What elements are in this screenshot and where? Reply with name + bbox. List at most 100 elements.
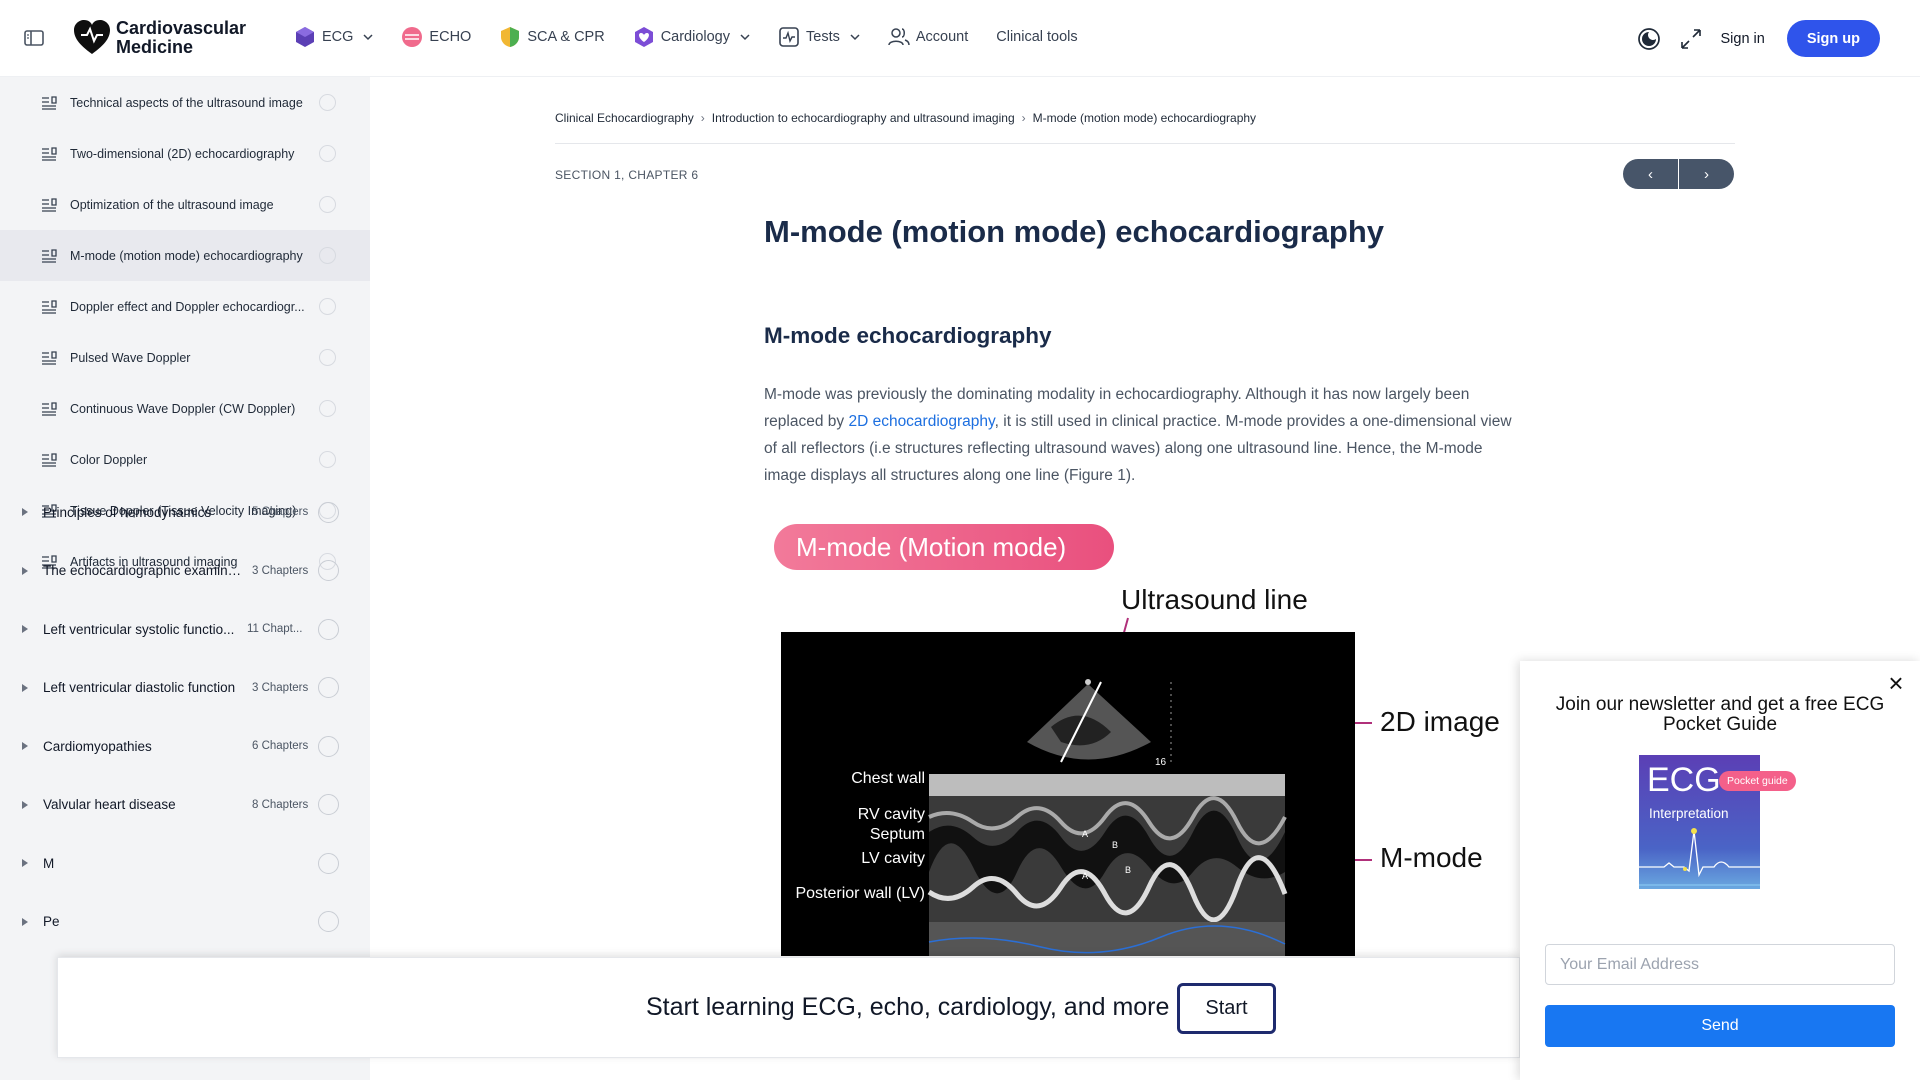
breadcrumb-item-current[interactable]: M-mode (motion mode) echocardiography [1033,111,1256,125]
progress-circle-icon[interactable] [319,145,336,162]
close-icon[interactable]: × [1886,670,1906,696]
sidebar-section-item[interactable]: Valvular heart disease 8 Chapters [0,776,370,834]
expand-caret-icon [22,917,28,926]
nav-echo[interactable]: ECHO [401,26,471,48]
email-field[interactable] [1545,944,1895,985]
progress-circle-icon[interactable] [318,735,339,757]
nav-clinical-tools-label: Clinical tools [996,29,1078,45]
sidebar-chapter-item[interactable]: Doppler effect and Doppler echocardiogr.… [0,281,370,332]
label-septum: Septum [869,826,925,843]
sidebar-section-item[interactable]: Principles of hemodynamics 5 Chapters [0,483,370,541]
expand-caret-icon [22,800,28,809]
sidebar-section-item[interactable]: Cardiomyopathies 6 Chapters [0,717,370,775]
label-depth-marker: 16 [1155,757,1167,768]
expand-caret-icon [22,742,28,750]
label-marker-a-top: A [1082,829,1089,839]
nav-echo-label: ECHO [429,29,472,45]
next-chapter-button[interactable]: › [1679,159,1734,189]
previous-chapter-button[interactable]: ‹ [1623,159,1678,189]
progress-circle-icon[interactable] [318,911,339,932]
sidebar-chapter-item[interactable]: Pulsed Wave Doppler [0,332,370,383]
sidebar-section-item[interactable]: Left ventricular systolic functio... 11 C… [0,600,370,658]
progress-circle-icon[interactable] [319,400,336,417]
breadcrumb-item-intro[interactable]: Introduction to echocardiography and ult… [712,111,1015,125]
echo-scan-graphic [927,679,1288,956]
sidebar-chapter-item[interactable]: Optimization of the ultrasound image [0,179,370,230]
nav-clinical-tools[interactable]: Clinical tools [996,29,1077,45]
sidebar-section-count: 3 Chapters [252,564,309,577]
guide-title: ECG [1647,761,1721,799]
progress-circle-icon[interactable] [319,247,336,264]
sidebar-section-item[interactable]: The echocardiographic examina... 3 Chapte… [0,542,370,600]
sidebar-toggle-icon[interactable] [24,29,44,47]
sign-up-button[interactable]: Sign up [1786,20,1880,57]
progress-circle-icon[interactable] [319,349,336,366]
sidebar-section-count: 3 Chapters [252,681,309,694]
nav-sca-cpr[interactable]: SCA & CPR [499,26,605,48]
expand-caret-icon [22,859,28,867]
nav-ecg-label: ECG [322,29,354,45]
progress-circle-icon[interactable] [318,560,339,581]
nav-ecg[interactable]: ECG [294,26,373,48]
progress-circle-icon[interactable] [319,451,336,468]
progress-circle-icon[interactable] [319,298,336,315]
breadcrumb-separator: › [1021,111,1026,125]
site-logo[interactable]: Cardiovascular Medicine [72,18,246,58]
sidebar-chapter-item[interactable]: Continuous Wave Doppler (CW Doppler) [0,383,370,434]
section-heading: M-mode echocardiography [764,323,1052,348]
header-actions: Sign in Sign up [1636,20,1880,57]
list-doc-icon [42,401,57,416]
progress-circle-icon[interactable] [319,196,336,213]
logo-line-1: Cardiovascular [116,18,247,38]
sign-in-link[interactable]: Sign in [1720,31,1764,47]
logo-line-2: Medicine [116,37,194,57]
sidebar-section-count: 11 Chapt... [247,623,303,635]
sidebar-section-item[interactable]: Pe [0,893,370,951]
sidebar-section-label: M [43,855,55,871]
list-doc-icon [42,299,57,314]
nav-account-label: Account [915,29,969,45]
label-marker-b-bottom: B [1125,865,1132,875]
sidebar-chapter-item[interactable]: Technical aspects of the ultrasound imag… [0,77,370,128]
link-2d-echocardiography[interactable]: 2D echocardiography [848,413,994,430]
label-marker-b-top: B [1112,840,1119,850]
sidebar-chapter-label: Continuous Wave Doppler (CW Doppler) [70,401,296,416]
send-button[interactable]: Send [1545,1005,1895,1047]
dark-mode-toggle-icon[interactable] [1636,26,1662,52]
fullscreen-expand-icon[interactable] [1678,26,1704,52]
progress-circle-icon[interactable] [318,501,339,523]
chevron-down-icon [850,34,860,41]
section-chapter-label: SECTION 1, CHAPTER 6 [555,168,699,182]
ecg-gem-icon [296,27,314,47]
nav-cardiology[interactable]: Cardiology [633,26,750,48]
sidebar-chapter-label: Color Doppler [70,452,148,467]
sidebar-section-label: Left ventricular diastolic function [43,680,236,695]
nav-tests[interactable]: Tests [778,26,860,48]
sidebar-chapter-item[interactable]: M-mode (motion mode) echocardiography [0,230,370,281]
sidebar-section-item[interactable]: Left ventricular diastolic function 3 Cha… [0,659,370,717]
start-learning-banner: Start learning ECG, echo, cardiology, an… [57,957,1520,1058]
expand-caret-icon [22,683,28,692]
nav-cardiology-label: Cardiology [660,29,731,45]
list-doc-icon [42,95,57,110]
progress-circle-icon[interactable] [318,618,339,640]
progress-circle-icon[interactable] [318,852,339,874]
breadcrumb-item-clinical-echo[interactable]: Clinical Echocardiography [555,111,694,125]
sidebar-chapter-item[interactable]: Two-dimensional (2D) echocardiography [0,128,370,179]
sidebar-chapter-label: Technical aspects of the ultrasound imag… [70,95,303,110]
sidebar-section-item[interactable]: M [0,834,370,892]
nav-account[interactable]: Account [888,26,968,48]
newsletter-popup: × Join our newsletter and get a free ECG… [1520,661,1920,1080]
progress-circle-icon[interactable] [318,677,339,698]
sidebar-section-label: Pe [43,914,60,929]
sidebar-chapter-label: Two-dimensional (2D) echocardiography [70,146,295,161]
progress-circle-icon[interactable] [319,94,336,111]
sidebar-chapter-item[interactable]: Color Doppler [0,434,370,485]
list-doc-icon [42,248,57,263]
label-lv-cavity: LV cavity [861,850,925,867]
progress-circle-icon[interactable] [318,794,339,815]
top-header: Cardiovascular Medicine ECG ECHO SCA & C… [0,0,1920,77]
chapter-pager: ‹ › [1623,159,1734,189]
main-nav: ECG ECHO SCA & CPR Cardiology Tests Acco… [294,26,1106,48]
start-button[interactable]: Start [1177,983,1276,1034]
